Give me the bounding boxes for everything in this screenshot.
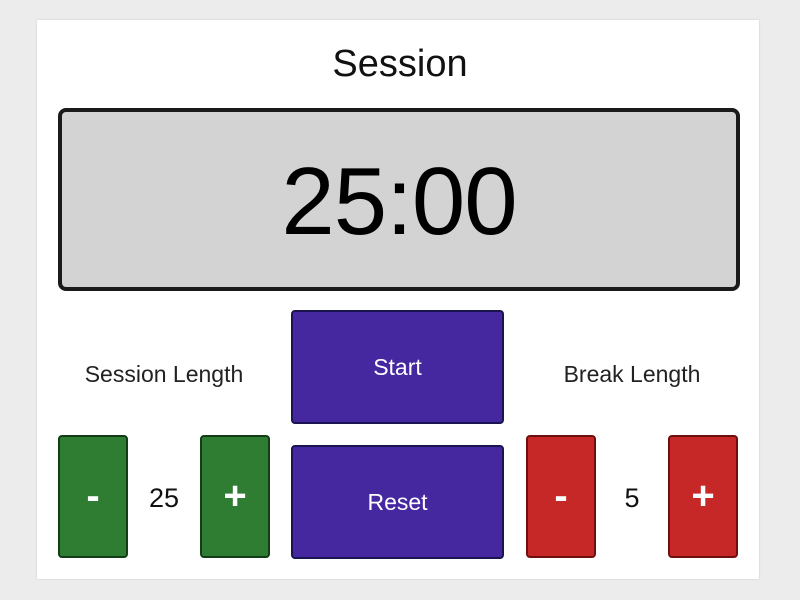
timer-display: 25:00 <box>58 108 740 291</box>
session-length-label: Session Length <box>84 361 244 387</box>
break-decrement-button[interactable]: - <box>526 435 596 558</box>
page-title: Session <box>332 43 468 85</box>
start-button[interactable]: Start <box>291 310 504 424</box>
break-length-value: 5 <box>624 483 640 513</box>
reset-button[interactable]: Reset <box>291 445 504 559</box>
session-increment-button[interactable]: + <box>200 435 270 558</box>
session-decrement-button[interactable]: - <box>58 435 128 558</box>
break-increment-button[interactable]: + <box>668 435 738 558</box>
timer-readout: 25:00 <box>281 147 517 255</box>
session-length-value: 25 <box>148 483 180 513</box>
break-length-label: Break Length <box>563 361 701 387</box>
